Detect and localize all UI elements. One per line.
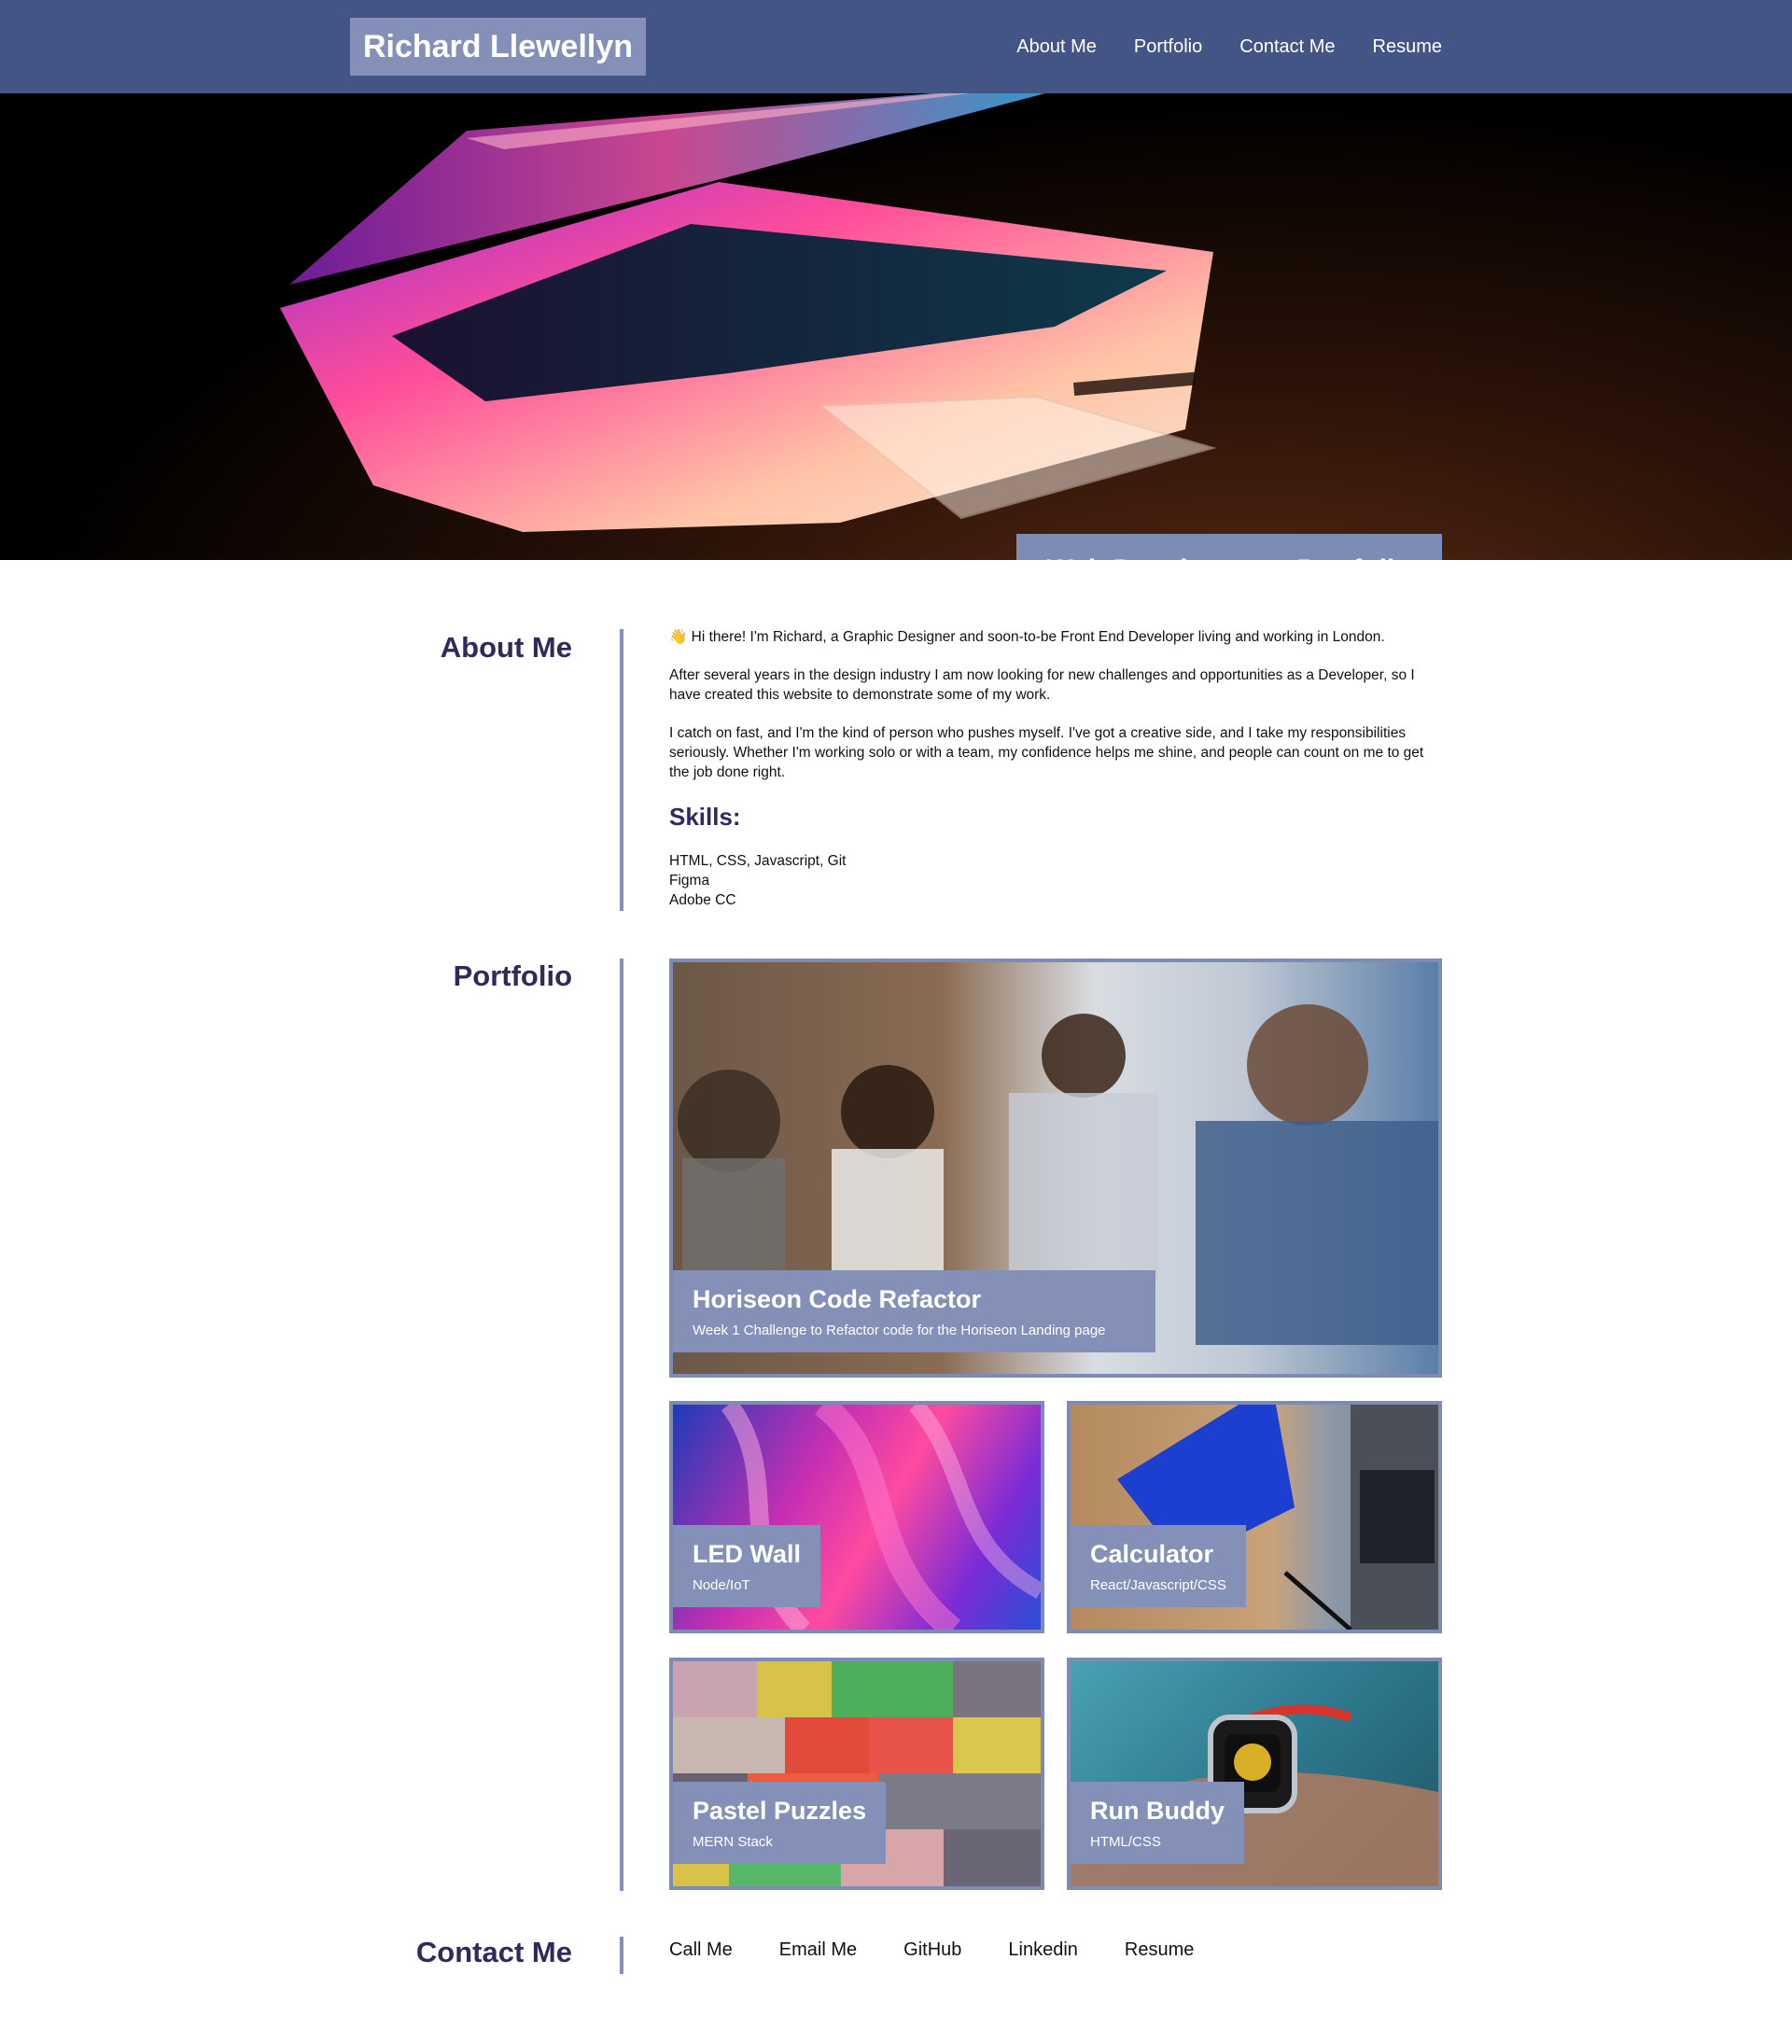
project-title: LED Wall [693, 1540, 802, 1568]
project-label: Run Buddy HTML/CSS [1071, 1782, 1244, 1864]
nav-resume[interactable]: Resume [1373, 36, 1442, 58]
contact-github[interactable]: GitHub [903, 1939, 961, 1961]
project-label: Pastel Puzzles MERN Stack [673, 1782, 887, 1864]
nav-about-me[interactable]: About Me [1016, 36, 1097, 58]
project-label: Horiseon Code Refactor Week 1 Challenge … [673, 1270, 1155, 1352]
project-subtitle: Node/IoT [693, 1577, 750, 1593]
skill-item: HTML, CSS, Javascript, Git [669, 853, 847, 869]
project-subtitle: React/Javascript/CSS [1090, 1577, 1226, 1593]
nav-portfolio[interactable]: Portfolio [1134, 36, 1202, 58]
main-nav: About Me Portfolio Contact Me Resume [1016, 0, 1442, 93]
waving-hand-icon: 👋 [669, 629, 688, 645]
project-title: Run Buddy [1090, 1797, 1225, 1825]
portfolio-divider [620, 959, 623, 1891]
hero-laptop-image [280, 93, 1217, 532]
project-card-calculator[interactable]: Calculator React/Javascript/CSS [1067, 1401, 1442, 1633]
skill-item: Figma [669, 873, 710, 889]
about-title: About Me [440, 631, 572, 664]
project-subtitle: HTML/CSS [1090, 1834, 1161, 1850]
hero-caption: Web Development Portfolio [1016, 534, 1442, 560]
contact-linkedin[interactable]: Linkedin [1008, 1939, 1078, 1961]
contact-divider [620, 1937, 623, 1974]
about-text: 👋 Hi there! I'm Richard, a Graphic Desig… [669, 627, 1442, 801]
project-card-led-wall[interactable]: LED Wall Node/IoT [669, 1401, 1044, 1633]
contact-email-me[interactable]: Email Me [779, 1939, 857, 1961]
nav-contact-me[interactable]: Contact Me [1239, 36, 1335, 58]
project-title: Horiseon Code Refactor [693, 1285, 982, 1313]
skills-list: HTML, CSS, Javascript, Git Figma Adobe C… [669, 851, 846, 910]
hero-banner: Web Development Portfolio [0, 93, 1792, 560]
contact-resume[interactable]: Resume [1125, 1939, 1194, 1961]
project-label: Calculator React/Javascript/CSS [1071, 1525, 1246, 1607]
brand-logo[interactable]: Richard Llewellyn [350, 18, 646, 76]
project-title: Pastel Puzzles [693, 1797, 867, 1825]
about-paragraph-3: I catch on fast, and I'm the kind of per… [669, 725, 1424, 780]
portfolio-title: Portfolio [453, 959, 572, 992]
contact-title: Contact Me [415, 1936, 572, 1968]
project-subtitle: MERN Stack [693, 1834, 773, 1850]
project-card-run-buddy[interactable]: Run Buddy HTML/CSS [1067, 1658, 1442, 1890]
site-header: Richard Llewellyn About Me Portfolio Con… [0, 0, 1792, 93]
contact-call-me[interactable]: Call Me [669, 1939, 733, 1961]
project-card-pastel-puzzles[interactable]: Pastel Puzzles MERN Stack [669, 1658, 1044, 1890]
project-subtitle: Week 1 Challenge to Refactor code for th… [693, 1323, 1106, 1338]
project-label: LED Wall Node/IoT [673, 1525, 821, 1607]
about-paragraph-2: After several years in the design indust… [669, 667, 1415, 703]
project-title: Calculator [1090, 1540, 1214, 1568]
about-paragraph-1: Hi there! I'm Richard, a Graphic Designe… [691, 629, 1385, 645]
skills-title: Skills: [669, 803, 741, 831]
about-divider [620, 629, 623, 911]
contact-links: Call Me Email Me GitHub Linkedin Resume [669, 1939, 1194, 1961]
skill-item: Adobe CC [669, 892, 736, 908]
project-card-horiseon[interactable]: Horiseon Code Refactor Week 1 Challenge … [669, 959, 1442, 1378]
